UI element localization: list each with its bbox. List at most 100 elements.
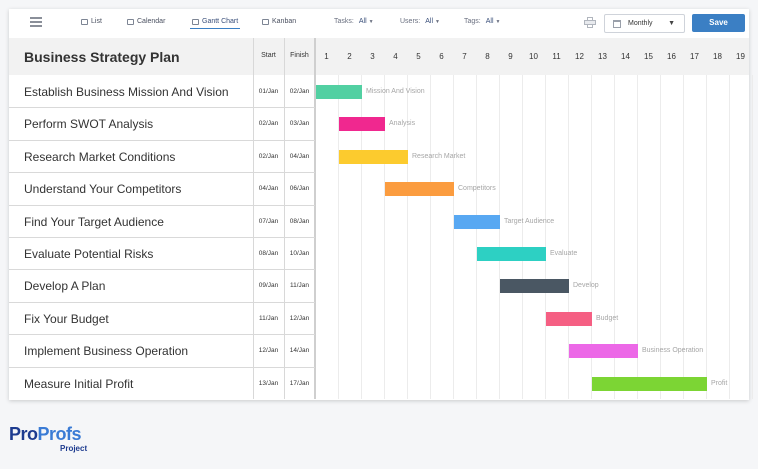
task-row[interactable]: Measure Initial Profit 13/Jan 17/Jan Profit	[9, 367, 749, 399]
task-name[interactable]: Measure Initial Profit	[24, 377, 133, 391]
task-name[interactable]: Implement Business Operation	[24, 344, 188, 358]
task-row[interactable]: Develop A Plan 09/Jan 11/Jan Develop	[9, 269, 749, 301]
task-start-date: 01/Jan	[258, 88, 279, 95]
task-bar[interactable]	[477, 247, 546, 261]
day-header: 1	[324, 52, 329, 61]
task-finish-date: 14/Jan	[289, 347, 310, 355]
tab-calendar[interactable]: Calendar	[127, 18, 165, 25]
calendar-icon	[613, 20, 621, 28]
tags-filter[interactable]: Tags: All ▼	[464, 18, 500, 25]
day-header: 12	[575, 52, 584, 61]
task-bar-label: Target Audience	[504, 217, 555, 225]
task-bar-label: Develop	[573, 282, 599, 290]
task-start-date: 07/Jan	[258, 217, 279, 225]
proprofs-project-logo: ProProfs Project	[9, 424, 87, 453]
row-separator	[9, 334, 315, 336]
task-finish-date: 17/Jan	[289, 379, 310, 387]
day-header: 6	[439, 52, 444, 61]
task-row[interactable]: Fix Your Budget 11/Jan 12/Jan Budget	[9, 302, 749, 334]
task-bar[interactable]	[500, 279, 569, 294]
task-finish-date: 08/Jan	[289, 217, 310, 225]
active-tab-underline	[190, 28, 241, 29]
task-bar[interactable]	[569, 344, 638, 359]
task-name[interactable]: Develop A Plan	[24, 279, 105, 293]
logo-text-pro: Pro	[9, 424, 38, 444]
day-header: 19	[736, 52, 745, 61]
filter-value: All	[425, 18, 434, 25]
menu-icon[interactable]	[30, 17, 42, 27]
row-separator	[9, 301, 315, 303]
logo-subtitle: Project	[60, 444, 88, 453]
day-header: 5	[416, 52, 421, 61]
task-bar[interactable]	[454, 214, 500, 229]
day-header: 11	[552, 52, 561, 61]
task-row[interactable]: Understand Your Competitors 04/Jan 06/Jan C…	[9, 172, 749, 204]
task-name[interactable]: Understand Your Competitors	[24, 182, 181, 196]
project-card: List Calendar Gantt Chart Kanban Tasks: A…	[9, 9, 753, 400]
day-header: 7	[462, 52, 467, 61]
task-name[interactable]: Fix Your Budget	[24, 312, 109, 326]
task-row[interactable]: Establish Business Mission And Vision 01/…	[9, 75, 749, 107]
task-bar-label: Mission And Vision	[366, 88, 425, 95]
task-bar[interactable]	[316, 85, 362, 99]
task-row[interactable]: Research Market Conditions 02/Jan 04/Jan Re…	[9, 140, 749, 172]
task-start-date: 08/Jan	[258, 250, 279, 257]
day-header: 9	[508, 52, 513, 61]
task-name[interactable]: Evaluate Potential Risks	[24, 247, 153, 261]
row-separator	[9, 237, 315, 238]
tasks-filter[interactable]: Tasks: All ▼	[334, 18, 374, 25]
toolbar: List Calendar Gantt Chart Kanban Tasks: A…	[9, 9, 749, 38]
row-separator	[9, 204, 315, 206]
task-bar[interactable]	[385, 182, 454, 197]
task-finish-date: 04/Jan	[289, 152, 310, 160]
task-bar[interactable]	[546, 311, 592, 326]
task-finish-date: 02/Jan	[289, 88, 310, 95]
filter-label: Tasks:	[334, 18, 354, 25]
task-row[interactable]: Evaluate Potential Risks 08/Jan 10/Jan Eval…	[9, 237, 749, 269]
task-row[interactable]: Implement Business Operation 12/Jan 14/Jan…	[9, 334, 749, 366]
calendar-icon	[127, 18, 134, 25]
task-start-date: 11/Jan	[258, 314, 279, 322]
tab-label: List	[91, 18, 102, 25]
day-header: 2	[347, 52, 352, 61]
day-header: 10	[529, 52, 538, 61]
task-finish-date: 10/Jan	[289, 250, 310, 257]
filter-label: Users:	[400, 18, 421, 25]
period-select[interactable]: Monthly ▼	[604, 14, 685, 33]
task-name[interactable]: Perform SWOT Analysis	[24, 117, 153, 131]
filter-value: All	[485, 18, 494, 25]
task-bar-label: Business Operation	[642, 347, 704, 355]
task-finish-date: 12/Jan	[289, 314, 310, 322]
day-header: 3	[370, 52, 375, 61]
task-bar-label: Research Market	[412, 152, 466, 160]
tab-gantt-chart[interactable]: Gantt Chart	[190, 18, 241, 29]
task-bar[interactable]	[339, 149, 408, 164]
chevron-down-icon: ▼	[668, 20, 675, 27]
tab-kanban[interactable]: Kanban	[262, 18, 296, 25]
task-name[interactable]: Research Market Conditions	[24, 150, 175, 164]
row-separator	[9, 172, 315, 174]
users-filter[interactable]: Users: All ▼	[400, 18, 440, 25]
finish-column-header: Finish	[290, 52, 309, 59]
task-finish-date: 06/Jan	[289, 185, 310, 193]
task-start-date: 04/Jan	[258, 185, 279, 193]
task-bar[interactable]	[339, 117, 385, 132]
start-column-header: Start	[261, 52, 276, 59]
task-row[interactable]: Find Your Target Audience 07/Jan 08/Jan Tar…	[9, 205, 749, 237]
task-name[interactable]: Establish Business Mission And Vision	[24, 85, 229, 99]
gantt-chart: Business Strategy Plan Start Finish 1234…	[9, 38, 753, 400]
task-name[interactable]: Find Your Target Audience	[24, 215, 164, 229]
tab-list[interactable]: List	[81, 18, 102, 25]
task-start-date: 13/Jan	[258, 379, 279, 387]
save-button[interactable]: Save	[692, 14, 745, 32]
filter-value: All	[358, 18, 367, 25]
task-bar-label: Profit	[711, 379, 728, 387]
task-row[interactable]: Perform SWOT Analysis 02/Jan 03/Jan Analysi…	[9, 107, 749, 139]
print-icon[interactable]	[584, 17, 596, 28]
row-separator	[9, 366, 315, 368]
day-header: 17	[690, 52, 699, 61]
task-bar-label: Evaluate	[550, 250, 578, 257]
chevron-down-icon: ▼	[435, 19, 440, 25]
task-bar[interactable]	[592, 376, 707, 391]
day-header: 18	[713, 52, 722, 61]
